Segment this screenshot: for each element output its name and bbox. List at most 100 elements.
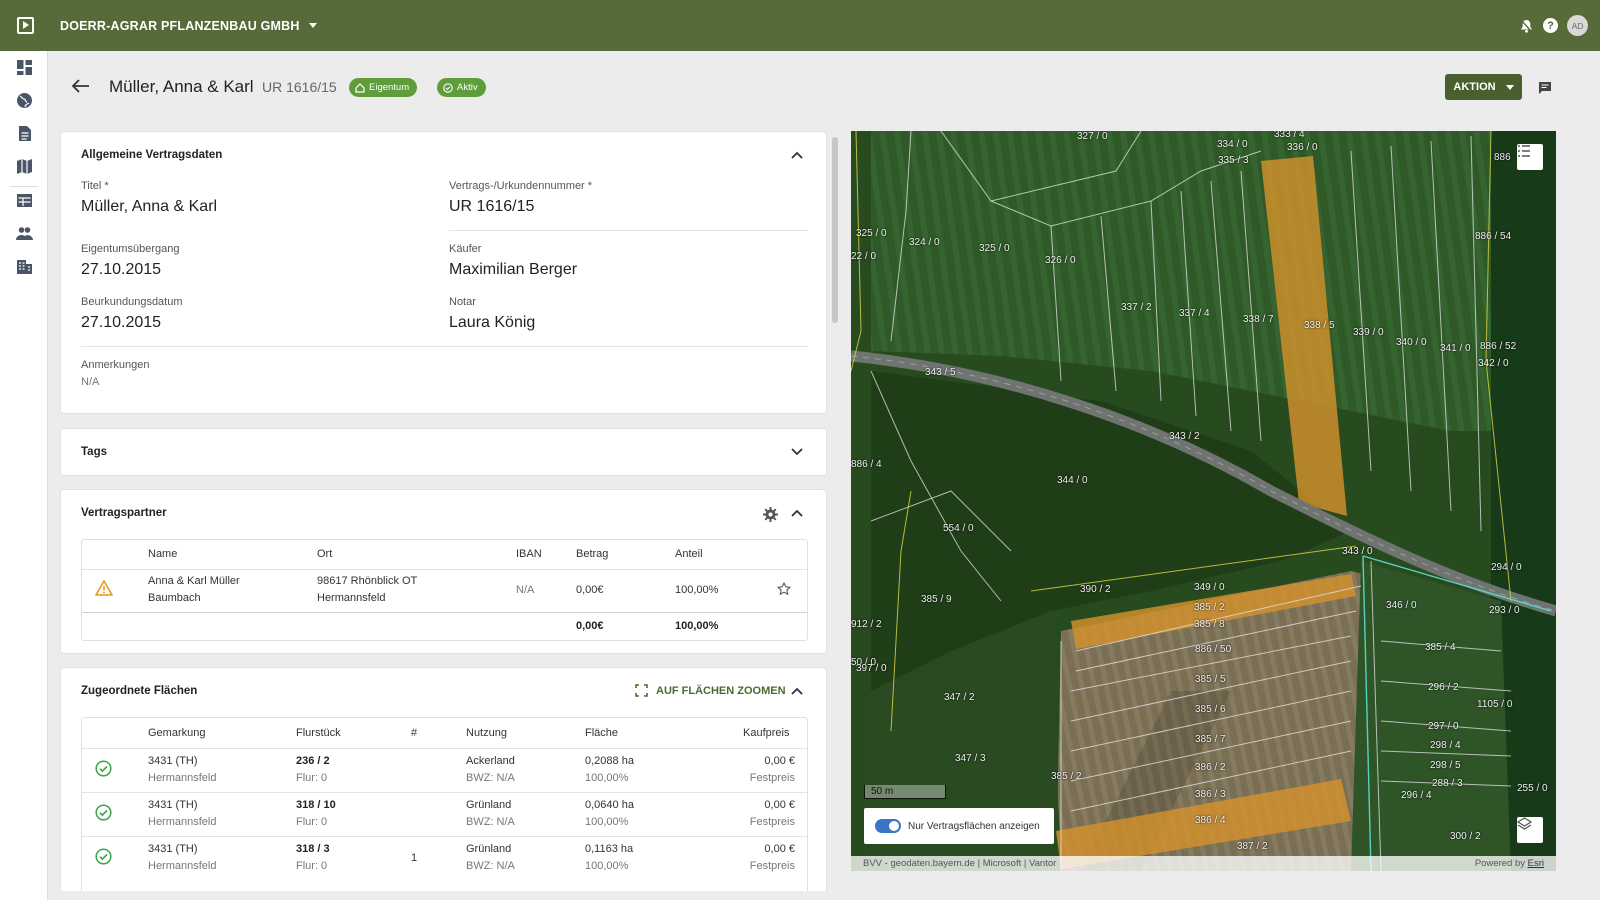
app-logo-icon[interactable] [17,17,34,34]
table-icon[interactable] [16,192,33,209]
page-title: Müller, Anna & Karl [109,77,254,96]
map-icon[interactable] [16,158,33,175]
total-share: 100,00% [675,620,719,632]
contract-areas-toggle-panel: Nur Vertragsflächen anzeigen [864,808,1054,844]
tags-card[interactable]: Tags [60,428,827,476]
esri-link[interactable]: Esri [1528,858,1544,869]
parcel-label: 912 / 2 [851,619,882,630]
chevron-up-icon[interactable] [791,509,803,517]
parcel-label: 339 / 0 [1353,327,1384,338]
powered-prefix: Powered by [1474,858,1525,869]
district-name: Hermannsfeld [148,772,217,784]
people-icon[interactable] [16,225,33,242]
document-icon[interactable] [16,125,33,142]
zoom-to-areas-button[interactable]: AUF FLÄCHEN ZOOMEN [635,684,786,697]
map-view[interactable]: 327 / 0 334 / 0 333 / 4 336 / 0 335 / 3 886 32… [851,131,1556,871]
contract-areas-toggle[interactable] [875,819,901,833]
comment-icon[interactable] [1538,81,1552,94]
zoom-to-areas-label: AUF FLÄCHEN ZOOMEN [656,684,786,697]
purchase-price: 0,00 € [764,843,795,855]
parcel-label: 343 / 0 [1342,546,1373,557]
district: 3431 (TH) [148,755,198,767]
parcel-label: 385 / 8 [1194,619,1225,630]
parcel-label: 347 / 2 [944,692,975,703]
area-size: 0,2088 ha [585,755,634,767]
notification-icon[interactable] [1519,18,1534,33]
contract-number: UR 1616/15 [262,79,337,95]
parcel-label: 255 / 0 [1517,783,1548,794]
area-size: 0,1163 ha [585,843,634,855]
avatar[interactable]: AD [1567,15,1588,36]
sidebar-divider [10,186,38,187]
column-header: Nutzung [466,727,507,739]
parcel-label: 385 / 9 [921,594,952,605]
legend-button[interactable] [1517,144,1543,170]
chevron-up-icon[interactable] [791,151,803,159]
parcel-label: 336 / 0 [1287,142,1318,153]
parcel-label: 346 / 0 [1386,600,1417,611]
sidebar [0,51,48,900]
parcel-label: 327 / 0 [1077,131,1108,142]
parcel-label: 338 / 5 [1304,320,1335,331]
card-title: Tags [81,446,107,458]
district-name: Hermannsfeld [148,860,217,872]
star-icon[interactable] [777,582,791,596]
usage-bwz: BWZ: N/A [466,816,515,828]
parcel-label: 293 / 0 [1489,605,1520,616]
scrollbar[interactable] [830,131,840,873]
scrollbar-thumb[interactable] [832,137,838,323]
parcel-label: 297 / 0 [1428,721,1459,732]
building-icon[interactable] [16,258,33,275]
price-type: Festpreis [749,772,795,784]
gear-icon[interactable] [763,507,778,522]
layers-button[interactable] [1517,817,1543,843]
parcel-label: 886 / 4 [851,459,882,470]
partner-iban: N/A [516,584,535,596]
field-value-notarization-date: 27.10.2015 [81,314,162,331]
parcel: 318 / 10 [296,799,336,811]
globe-icon[interactable] [16,92,33,109]
parcel-flur: Flur: 0 [296,772,328,784]
dashboard-icon[interactable] [16,59,33,76]
parcel-label: 296 / 4 [1401,790,1432,801]
column-header: Anteil [675,548,703,560]
district-name: Hermannsfeld [148,816,217,828]
parcel-label: 386 / 2 [1195,762,1226,773]
map-attribution: BVV - geodaten.bayern.de | Microsoft | V… [851,856,1556,871]
parcel-label: 337 / 2 [1121,302,1152,313]
company-selector[interactable]: DOERR-AGRAR PFLANZENBAU GMBH [60,19,317,33]
usage: Grünland [466,843,512,855]
help-icon[interactable]: ? [1543,18,1558,33]
parcel-label: 337 / 4 [1179,308,1210,319]
area-share: 100,00% [585,816,629,828]
column-header: Betrag [576,548,609,560]
status-badge-label: Aktiv [457,82,478,93]
warning-icon [95,580,113,596]
parcel-label: 385 / 5 [1195,674,1226,685]
ownership-badge-label: Eigentum [369,82,410,93]
field-value-buyer: Maximilian Berger [449,261,578,278]
contract-details-panel: Allgemeine Vertragsdaten Titel * Müller,… [60,131,827,891]
divider [449,230,808,231]
action-button[interactable]: AKTION [1445,74,1522,100]
usage: Grünland [466,799,512,811]
partner-location: 98617 Rhönblick OT [317,575,418,587]
parcel-label: 344 / 0 [1057,475,1088,486]
column-header: Kaufpreis [743,727,790,739]
chevron-down-icon[interactable] [791,448,803,456]
parcel-label: 386 / 4 [1195,815,1226,826]
top-bar: DOERR-AGRAR PFLANZENBAU GMBH ? AD [0,0,1600,51]
parcel-label: 886 / 54 [1475,231,1512,242]
parcel-label: 390 / 2 [1080,584,1111,595]
list-icon [1518,145,1530,157]
back-arrow-icon[interactable] [71,79,90,93]
layers-icon [1517,817,1532,830]
parcel-label: 325 / 0 [979,243,1010,254]
chevron-up-icon[interactable] [791,687,803,695]
partner-name: Anna & Karl Müller [148,575,240,587]
toggle-label: Nur Vertragsflächen anzeigen [908,820,1040,832]
partner-share: 100,00% [675,584,719,596]
parcel-label: 387 / 2 [1237,841,1268,852]
district: 3431 (TH) [148,843,198,855]
check-circle-icon [95,804,112,821]
